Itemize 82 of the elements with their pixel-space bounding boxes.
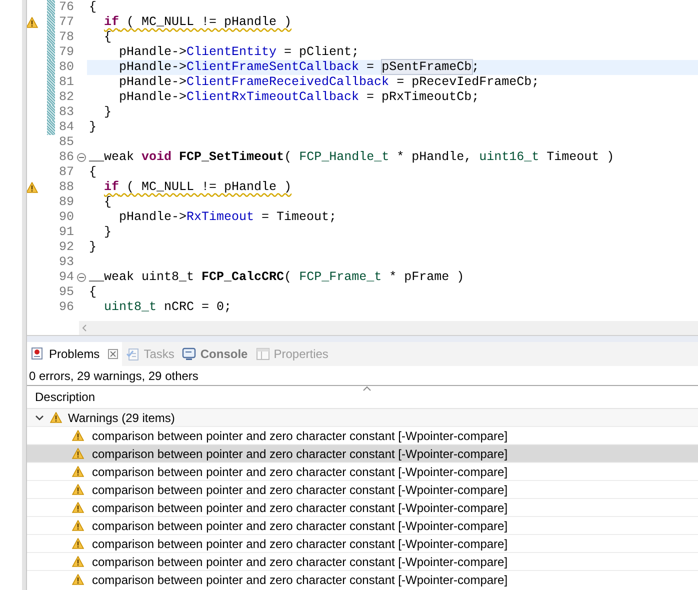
line-number: 82: [58, 90, 76, 105]
warning-text: comparison between pointer and zero character constant [-Wpointer-compare]: [92, 518, 508, 534]
monitor-icon: [182, 347, 196, 361]
warning-icon: [72, 502, 84, 513]
line-number: 90: [58, 210, 76, 225]
code-line: {: [103, 30, 113, 45]
view-tab[interactable]: Problems: [27, 342, 122, 366]
close-icon[interactable]: [108, 349, 118, 359]
warning-icon: [72, 574, 84, 585]
warning-row[interactable]: comparison between pointer and zero character constant [-Wpointer-compare]: [27, 426, 698, 444]
line-number: 77: [58, 15, 76, 30]
warning-icon: [72, 466, 84, 477]
code-line: {: [88, 0, 98, 15]
collapse-icon[interactable]: [77, 273, 86, 282]
table-icon: [256, 347, 270, 361]
line-number: 96: [58, 300, 76, 315]
line-number: 93: [58, 255, 76, 270]
warning-text: comparison between pointer and zero character constant [-Wpointer-compare]: [92, 428, 508, 444]
warning-text: comparison between pointer and zero character constant [-Wpointer-compare]: [92, 554, 508, 570]
line-number: 94: [58, 270, 76, 285]
warning-icon: [72, 448, 84, 459]
warning-icon: [50, 412, 62, 423]
line-number: 92: [58, 240, 76, 255]
code-line: pHandle->ClientFrameReceivedCallback = pRecevIedFrameCb;: [118, 75, 540, 90]
warning-row[interactable]: comparison between pointer and zero character constant [-Wpointer-compare]: [27, 570, 698, 588]
code-line: if ( MC_NULL != pHandle ): [103, 15, 293, 30]
warning-row[interactable]: comparison between pointer and zero character constant [-Wpointer-compare]: [27, 516, 698, 534]
warning-text: comparison between pointer and zero character constant [-Wpointer-compare]: [92, 536, 508, 552]
chevron-down-icon[interactable]: [35, 413, 44, 422]
warning-icon: [72, 538, 84, 549]
collapse-icon[interactable]: [77, 153, 86, 162]
code-line: {: [103, 195, 113, 210]
warning-row[interactable]: comparison between pointer and zero character constant [-Wpointer-compare]: [27, 480, 698, 498]
code-line: }: [103, 225, 113, 240]
warning-row[interactable]: comparison between pointer and zero character constant [-Wpointer-compare]: [27, 444, 698, 462]
problems-icon: [31, 347, 45, 361]
column-header[interactable]: Description: [35, 388, 96, 406]
code-line: {: [88, 165, 98, 180]
warning-text: comparison between pointer and zero character constant [-Wpointer-compare]: [92, 500, 508, 516]
horizontal-scrollbar[interactable]: [79, 321, 698, 335]
warning-text: comparison between pointer and zero character constant [-Wpointer-compare]: [92, 464, 508, 480]
problems-summary: 0 errors, 29 warnings, 29 others: [29, 368, 198, 384]
warning-row[interactable]: comparison between pointer and zero character constant [-Wpointer-compare]: [27, 534, 698, 552]
code-line: __weak uint8_t FCP_CalcCRC( FCP_Frame_t * pFrame ): [88, 270, 466, 285]
line-number: 86: [58, 150, 76, 165]
warning-text: comparison between pointer and zero character constant [-Wpointer-compare]: [92, 482, 508, 498]
line-number: 85: [58, 135, 76, 150]
code-line: }: [103, 105, 113, 120]
code-line: pHandle->ClientEntity = pClient;: [118, 45, 360, 60]
code-line: {: [88, 285, 98, 300]
line-number: 78: [58, 30, 76, 45]
warning-text: comparison between pointer and zero character constant [-Wpointer-compare]: [92, 446, 508, 462]
group-label[interactable]: Warnings (29 items): [68, 408, 175, 426]
line-number: 88: [58, 180, 76, 195]
line-number: 76: [58, 0, 76, 15]
line-number: 81: [58, 75, 76, 90]
line-number: 79: [58, 45, 76, 60]
line-number: 84: [58, 120, 76, 135]
view-tab[interactable]: Console: [178, 342, 252, 366]
warning-row[interactable]: comparison between pointer and zero character constant [-Wpointer-compare]: [27, 498, 698, 516]
warning-text: comparison between pointer and zero character constant [-Wpointer-compare]: [92, 572, 508, 588]
line-number: 83: [58, 105, 76, 120]
code-line: if ( MC_NULL != pHandle ): [103, 180, 293, 195]
warning-icon: [72, 520, 84, 531]
line-number: 87: [58, 165, 76, 180]
code-line: pHandle->RxTimeout = Timeout;: [118, 210, 338, 225]
line-number: 80: [58, 60, 76, 75]
code-line: pHandle->ClientRxTimeoutCallback = pRxTimeoutCb;: [118, 90, 480, 105]
code-line: uint8_t nCRC = 0;: [103, 300, 233, 315]
clipboard-icon: [126, 347, 140, 361]
code-line: }: [88, 240, 98, 255]
code-line: __weak void FCP_SetTimeout( FCP_Handle_t * pHandle, uint16_t Timeout ): [88, 150, 616, 165]
sort-caret-icon: [363, 386, 371, 391]
warning-row[interactable]: comparison between pointer and zero character constant [-Wpointer-compare]: [27, 552, 698, 570]
line-number: 91: [58, 225, 76, 240]
warning-icon: [72, 484, 84, 495]
line-number: 95: [58, 285, 76, 300]
warning-icon: [72, 556, 84, 567]
warning-icon: [72, 430, 84, 441]
line-number: 89: [58, 195, 76, 210]
warning-row[interactable]: comparison between pointer and zero character constant [-Wpointer-compare]: [27, 462, 698, 480]
code-line: }: [88, 120, 98, 135]
